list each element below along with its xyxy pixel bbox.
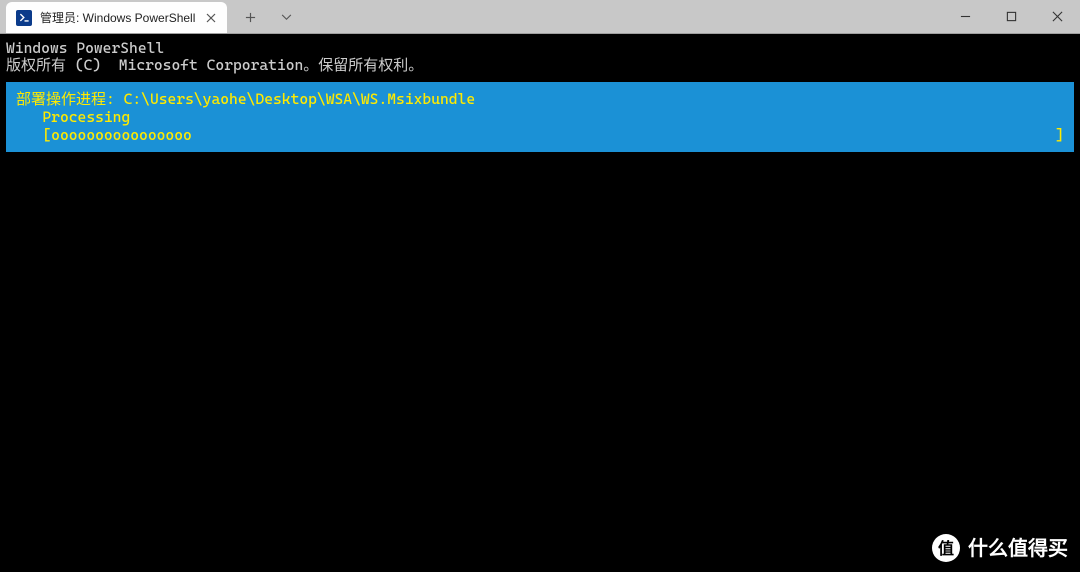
progress-status: Processing [16, 108, 1064, 126]
close-button[interactable] [1034, 0, 1080, 33]
titlebar-left: 管理员: Windows PowerShell [0, 0, 303, 33]
terminal-line: 版权所有 (C) Microsoft Corporation。保留所有权利。 [0, 57, 1080, 74]
tab-powershell[interactable]: 管理员: Windows PowerShell [6, 2, 227, 33]
maximize-button[interactable] [988, 0, 1034, 33]
plus-icon [245, 12, 256, 23]
maximize-icon [1006, 11, 1017, 22]
progress-bar: [oooooooooooooooo ] [16, 126, 1064, 144]
powershell-icon [16, 10, 32, 26]
minimize-icon [960, 11, 971, 22]
terminal-area[interactable]: Windows PowerShell 版权所有 (C) Microsoft Co… [0, 33, 1080, 572]
tab-actions [227, 2, 303, 33]
progress-block: 部署操作进程: C:\Users\yaohe\Desktop\WSA\WS.Ms… [6, 82, 1074, 152]
tab-close-button[interactable] [203, 10, 219, 26]
progress-bar-fill: [oooooooooooooooo [16, 126, 192, 144]
progress-bar-end: ] [1055, 126, 1064, 144]
window-controls [942, 0, 1080, 33]
progress-title: 部署操作进程: C:\Users\yaohe\Desktop\WSA\WS.Ms… [16, 90, 1064, 108]
tab-dropdown-button[interactable] [269, 3, 303, 33]
close-icon [1052, 11, 1063, 22]
tab-title: 管理员: Windows PowerShell [40, 9, 195, 26]
terminal-line: Windows PowerShell [0, 40, 1080, 57]
watermark-badge: 值 [932, 534, 960, 562]
watermark: 值 什么值得买 [932, 534, 1068, 562]
new-tab-button[interactable] [233, 3, 267, 33]
chevron-down-icon [281, 14, 292, 21]
watermark-text: 什么值得买 [968, 540, 1068, 557]
minimize-button[interactable] [942, 0, 988, 33]
window-frame: 管理员: Windows PowerShell [0, 0, 1080, 572]
titlebar: 管理员: Windows PowerShell [0, 0, 1080, 33]
